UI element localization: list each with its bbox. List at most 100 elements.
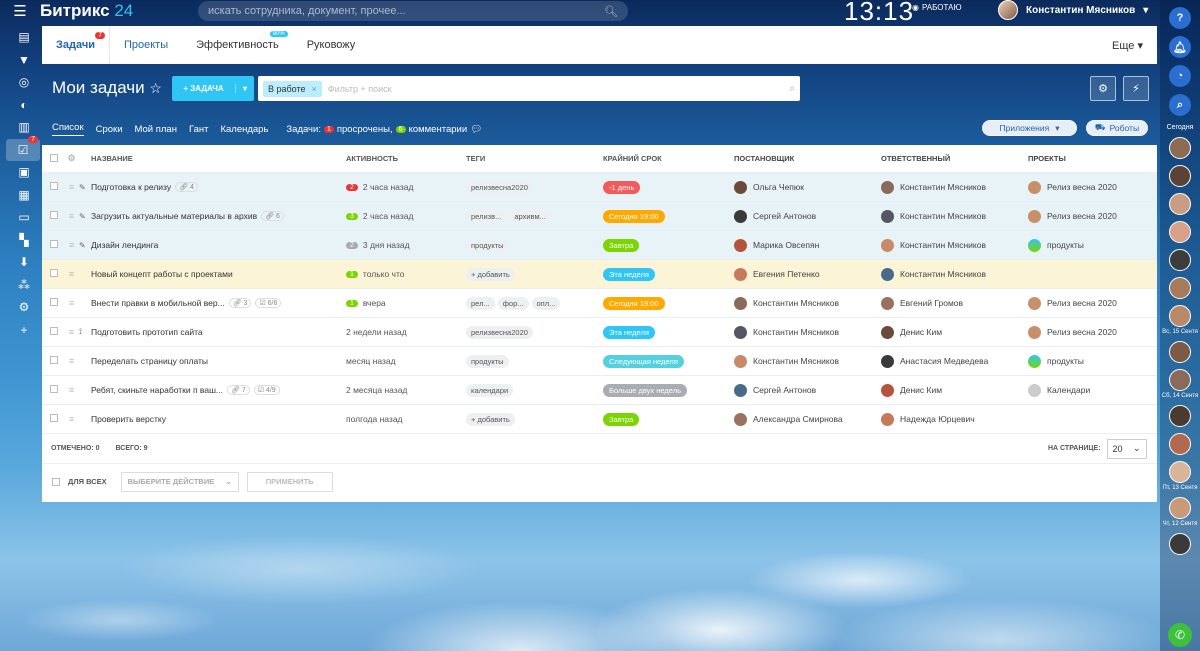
bolt-icon[interactable]: ⚡︎ [1123, 76, 1149, 101]
creator-name[interactable]: Марика Овсепян [753, 240, 819, 250]
applications-button[interactable]: Приложения ▾ [982, 120, 1077, 136]
project[interactable]: Релиз весна 2020 [1028, 296, 1138, 310]
project-name[interactable]: Релиз весна 2020 [1047, 298, 1117, 308]
chart-icon[interactable]: ▥ [0, 116, 48, 138]
project-name[interactable]: Релиз весна 2020 [1047, 327, 1117, 337]
timer-icon[interactable]: ◐ [0, 94, 48, 116]
task-title[interactable]: Дизайн лендинга [91, 240, 158, 250]
search-icon[interactable]: ⌕ [1169, 94, 1191, 116]
table-row[interactable]: ≡ Ребят, скиньте наработки п ваш... 🔗︎ 7 ☑ … [42, 376, 1157, 405]
deadline-badge[interactable]: Завтра [603, 238, 640, 252]
tab-gantt[interactable]: Гант [189, 124, 209, 135]
gear-icon[interactable]: ⚙ [1090, 76, 1116, 101]
work-status[interactable]: ◉ РАБОТАЮ [912, 3, 962, 12]
project-name[interactable]: продукты [1047, 240, 1084, 250]
settings-icon[interactable]: ⚙ [0, 296, 48, 318]
contact-avatar[interactable] [1169, 193, 1191, 215]
menu-icon[interactable]: ≡ [64, 240, 79, 250]
deadline-badge[interactable]: Завтра [603, 412, 640, 426]
contact-avatar[interactable] [1169, 137, 1191, 159]
table-row[interactable]: ≡ ✎ Дизайн лендинга 2 3 дня назад продукты Зав… [42, 231, 1157, 260]
contact-avatar[interactable] [1169, 165, 1191, 187]
column-tags[interactable]: ТЕГИ [466, 154, 603, 163]
feed-icon[interactable]: ▤ [0, 26, 48, 48]
menu-icon[interactable]: ≡ [64, 385, 79, 395]
responsible-name[interactable]: Денис Ким [900, 327, 942, 337]
task-name[interactable]: Новый концепт работы с проектами [91, 269, 346, 279]
target-icon[interactable]: ◎ [0, 71, 48, 93]
responsible[interactable]: Денис Ким [881, 325, 1028, 339]
row-checkbox[interactable] [50, 356, 64, 366]
creator-name[interactable]: Александра Смирнова [753, 414, 843, 424]
apps-icon[interactable]: ▚ [0, 229, 48, 251]
responsible[interactable]: Евгений Громов [881, 296, 1028, 310]
tab-deadlines[interactable]: Сроки [96, 124, 123, 135]
comments-link[interactable]: комментарии [409, 124, 468, 135]
project-name[interactable]: Календари [1047, 385, 1090, 395]
logo[interactable]: Битрикс 24 [40, 1, 198, 21]
window-icon[interactable]: ▭ [0, 206, 48, 228]
plus-icon[interactable]: + [0, 319, 48, 341]
user-menu[interactable]: Константин Мясников ▾ [998, 0, 1148, 20]
creator[interactable]: Марика Овсепян [734, 238, 881, 252]
tab-calendar[interactable]: Календарь [220, 124, 268, 135]
tab-my-plan[interactable]: Мой план [135, 124, 177, 135]
column-creator[interactable]: ПОСТАНОВЩИК [734, 154, 881, 163]
table-row[interactable]: ≡ ✎ Подготовка к релизу 🔗︎ 4 2 2 часа назад ре… [42, 173, 1157, 202]
creator[interactable]: Евгения Петенко [734, 267, 881, 281]
creator[interactable]: Сергей Антонов [734, 383, 881, 397]
project-name[interactable]: продукты [1047, 356, 1084, 366]
menu-icon[interactable]: ≡ [64, 356, 79, 366]
drive-icon[interactable]: ▣ [0, 161, 48, 183]
tab-tasks[interactable]: Задачи 7 [42, 26, 110, 64]
deadline-badge[interactable]: Эта неделя [603, 267, 655, 281]
tab-efficiency[interactable]: Эффективность 90% [182, 26, 293, 64]
responsible-name[interactable]: Константин Мясников [900, 269, 986, 279]
project[interactable]: продукты [1028, 238, 1138, 252]
responsible[interactable]: Константин Мясников [881, 238, 1028, 252]
phone-icon[interactable]: ✆ [1168, 623, 1192, 647]
creator-name[interactable]: Ольга Чепюк [753, 182, 804, 192]
task-name[interactable]: Ребят, скиньте наработки п ваш... 🔗︎ 7 ☑ 4… [91, 385, 346, 395]
creator[interactable]: Александра Смирнова [734, 412, 881, 426]
down-circle-icon[interactable]: ⬇ [0, 251, 48, 273]
menu-icon[interactable]: ≡ [64, 211, 79, 221]
task-name[interactable]: Загрузить актуальные материалы в архив 🔗︎… [91, 211, 346, 221]
tag[interactable]: архивм... [509, 209, 551, 223]
creator[interactable]: Сергей Антонов [734, 209, 881, 223]
filter-tag[interactable]: В работе × [263, 80, 322, 97]
table-row[interactable]: ≡ Новый концепт работы с проектами 1 только… [42, 260, 1157, 289]
pin-icon[interactable]: ✎ [79, 212, 91, 221]
task-name[interactable]: Подготовка к релизу 🔗︎ 4 [91, 182, 346, 192]
responsible-name[interactable]: Константин Мясников [900, 211, 986, 221]
contact-avatar[interactable] [1169, 433, 1191, 455]
network-icon[interactable]: ⁂ [0, 274, 48, 296]
pin-icon[interactable]: ✎ [79, 183, 91, 192]
table-row[interactable]: ≡ Проверить верстку полгода назад + добавит… [42, 405, 1157, 434]
table-row[interactable]: ≡ ✎ Загрузить актуальные материалы в архив… [42, 202, 1157, 231]
select-all-checkbox[interactable] [50, 153, 64, 164]
responsible[interactable]: Константин Мясников [881, 209, 1028, 223]
row-checkbox[interactable] [50, 327, 64, 337]
tag[interactable]: релизвесна2020 [466, 180, 533, 194]
tab-list[interactable]: Список [52, 122, 84, 136]
responsible[interactable]: Константин Мясников [881, 267, 1028, 281]
responsible[interactable]: Надежда Юрцевич [881, 412, 1028, 426]
creator[interactable]: Константин Мясников [734, 296, 881, 310]
responsible[interactable]: Анастасия Медведева [881, 354, 1028, 368]
tag[interactable]: фор... [497, 296, 529, 310]
task-name[interactable]: Проверить верстку [91, 414, 346, 424]
tag[interactable]: календари [466, 383, 514, 397]
column-deadline[interactable]: КРАЙНИЙ СРОК [603, 154, 734, 163]
add-tag-button[interactable]: + добавить [466, 267, 515, 281]
add-tag-button[interactable]: + добавить [466, 412, 515, 426]
tab-supervising[interactable]: Руковожу [293, 26, 370, 64]
responsible-name[interactable]: Константин Мясников [900, 240, 986, 250]
responsible-name[interactable]: Анастасия Медведева [900, 356, 988, 366]
action-select[interactable]: ВЫБЕРИТЕ ДЕЙСТВИЕ ⌄ [120, 471, 239, 492]
responsible-name[interactable]: Денис Ким [900, 385, 942, 395]
row-checkbox[interactable] [50, 211, 64, 221]
creator-name[interactable]: Константин Мясников [753, 356, 839, 366]
deadline-badge[interactable]: Сегодня 19:00 [603, 209, 665, 223]
task-name[interactable]: Внести правки в мобильной вер... 🔗︎ 3 ☑ 6/… [91, 298, 346, 308]
